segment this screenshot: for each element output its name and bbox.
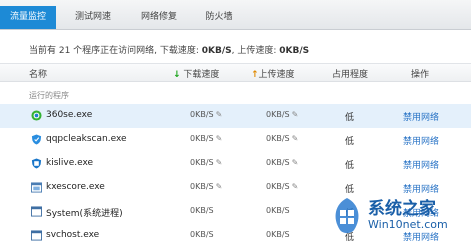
column-action: 操作 xyxy=(411,70,430,80)
traffic-summary: 当前有 21 个程序正在访问网络, 下载速度: 0KB/S, 上传速度: 0KB… xyxy=(29,43,309,56)
disable-network-link[interactable]: 禁用网络 xyxy=(403,110,439,123)
application-icon xyxy=(31,182,42,193)
summary-prefix: 当前有 21 个程序正在访问网络, 下载速度: xyxy=(29,46,202,56)
window-icon xyxy=(31,206,42,217)
summary-upload-value: 0KB/S xyxy=(279,46,310,56)
tab-bar: 流量监控 测试网速 网络修复 防火墙 xyxy=(0,0,471,30)
table-row[interactable]: kislive.exe 0KB/S ✎ 0KB/S ✎ 低 禁用网络 xyxy=(0,152,471,176)
download-speed: 0KB/S ✎ xyxy=(190,134,222,143)
download-speed-value: 0KB/S xyxy=(190,110,214,119)
table-row[interactable]: 360se.exe 0KB/S ✎ 0KB/S ✎ 低 禁用网络 xyxy=(0,104,471,128)
upload-speed-value: 0KB/S xyxy=(266,158,290,167)
summary-middle: , 上传速度: xyxy=(231,46,280,56)
download-speed-value: 0KB/S xyxy=(190,158,214,167)
upload-speed-value: 0KB/S xyxy=(266,134,290,143)
download-arrow-icon: ↓ xyxy=(173,70,181,80)
kingsoft-icon xyxy=(31,158,42,169)
shield-icon xyxy=(31,134,42,145)
download-speed-value: 0KB/S xyxy=(190,134,214,143)
pencil-icon[interactable]: ✎ xyxy=(292,110,299,119)
360se-icon xyxy=(31,110,42,121)
pencil-icon[interactable]: ✎ xyxy=(292,158,299,167)
pencil-icon[interactable]: ✎ xyxy=(292,134,299,143)
process-name: kislive.exe xyxy=(46,158,94,168)
usage-level: 低 xyxy=(345,161,355,171)
tab-firewall[interactable]: 防火墙 xyxy=(192,6,246,29)
upload-speed: 0KB/S ✎ xyxy=(266,158,298,167)
watermark-title: 系统之家 xyxy=(368,199,436,219)
window-icon xyxy=(31,230,42,241)
upload-speed-value: 0KB/S xyxy=(266,110,290,119)
group-label: 运行的程序 xyxy=(29,91,69,100)
download-speed: 0KB/S xyxy=(190,206,214,215)
column-upload-label: 上传速度 xyxy=(258,70,295,80)
windows-logo-icon xyxy=(335,198,359,233)
summary-download-value: 0KB/S xyxy=(201,46,232,56)
process-name: qqpcleakscan.exe xyxy=(46,134,127,144)
disable-network-link[interactable]: 禁用网络 xyxy=(403,158,439,171)
upload-speed-value: 0KB/S xyxy=(266,206,290,215)
watermark-subtitle: Win10net.com xyxy=(368,218,448,231)
column-upload[interactable]: ↑上传速度 xyxy=(251,67,295,80)
download-speed: 0KB/S xyxy=(190,230,214,239)
tab-network-repair[interactable]: 网络修复 xyxy=(126,6,192,29)
watermark: 系统之家 Win10net.com xyxy=(326,190,466,242)
upload-speed-value: 0KB/S xyxy=(266,230,290,239)
upload-speed: 0KB/S xyxy=(266,230,290,239)
tab-traffic-monitor[interactable]: 流量监控 xyxy=(0,6,56,29)
download-speed: 0KB/S ✎ xyxy=(190,158,222,167)
upload-speed-value: 0KB/S xyxy=(266,182,290,191)
column-download-label: 下载速度 xyxy=(183,70,220,80)
download-speed: 0KB/S ✎ xyxy=(190,110,222,119)
pencil-icon[interactable]: ✎ xyxy=(216,158,223,167)
disable-network-link[interactable]: 禁用网络 xyxy=(403,134,439,147)
pencil-icon[interactable]: ✎ xyxy=(292,182,299,191)
column-name[interactable]: 名称 xyxy=(29,67,47,80)
process-name: svchost.exe xyxy=(46,230,100,240)
pencil-icon[interactable]: ✎ xyxy=(216,110,223,119)
column-usage[interactable]: 占用程度 xyxy=(332,67,368,80)
upload-speed: 0KB/S ✎ xyxy=(266,110,298,119)
usage-level: 低 xyxy=(345,137,355,147)
download-speed-value: 0KB/S xyxy=(190,182,214,191)
upload-arrow-icon: ↑ xyxy=(251,70,259,80)
upload-speed: 0KB/S xyxy=(266,206,290,215)
process-name: System(系统进程) xyxy=(46,209,123,219)
table-row[interactable]: qqpcleakscan.exe 0KB/S ✎ 0KB/S ✎ 低 禁用网络 xyxy=(0,128,471,152)
usage-level: 低 xyxy=(345,113,355,123)
upload-speed: 0KB/S ✎ xyxy=(266,134,298,143)
process-name: kxescore.exe xyxy=(46,182,105,192)
tab-speed-test[interactable]: 测试网速 xyxy=(60,6,126,29)
table-header: 名称 ↓ 下载速度 ↑上传速度 占用程度 操作 xyxy=(0,63,471,82)
download-speed: 0KB/S ✎ xyxy=(190,182,222,191)
download-speed-value: 0KB/S xyxy=(190,206,214,215)
upload-speed: 0KB/S ✎ xyxy=(266,182,298,191)
download-speed-value: 0KB/S xyxy=(190,230,214,239)
process-name: 360se.exe xyxy=(46,110,93,120)
column-download[interactable]: ↓ 下载速度 xyxy=(173,67,219,80)
pencil-icon[interactable]: ✎ xyxy=(216,134,223,143)
pencil-icon[interactable]: ✎ xyxy=(216,182,223,191)
